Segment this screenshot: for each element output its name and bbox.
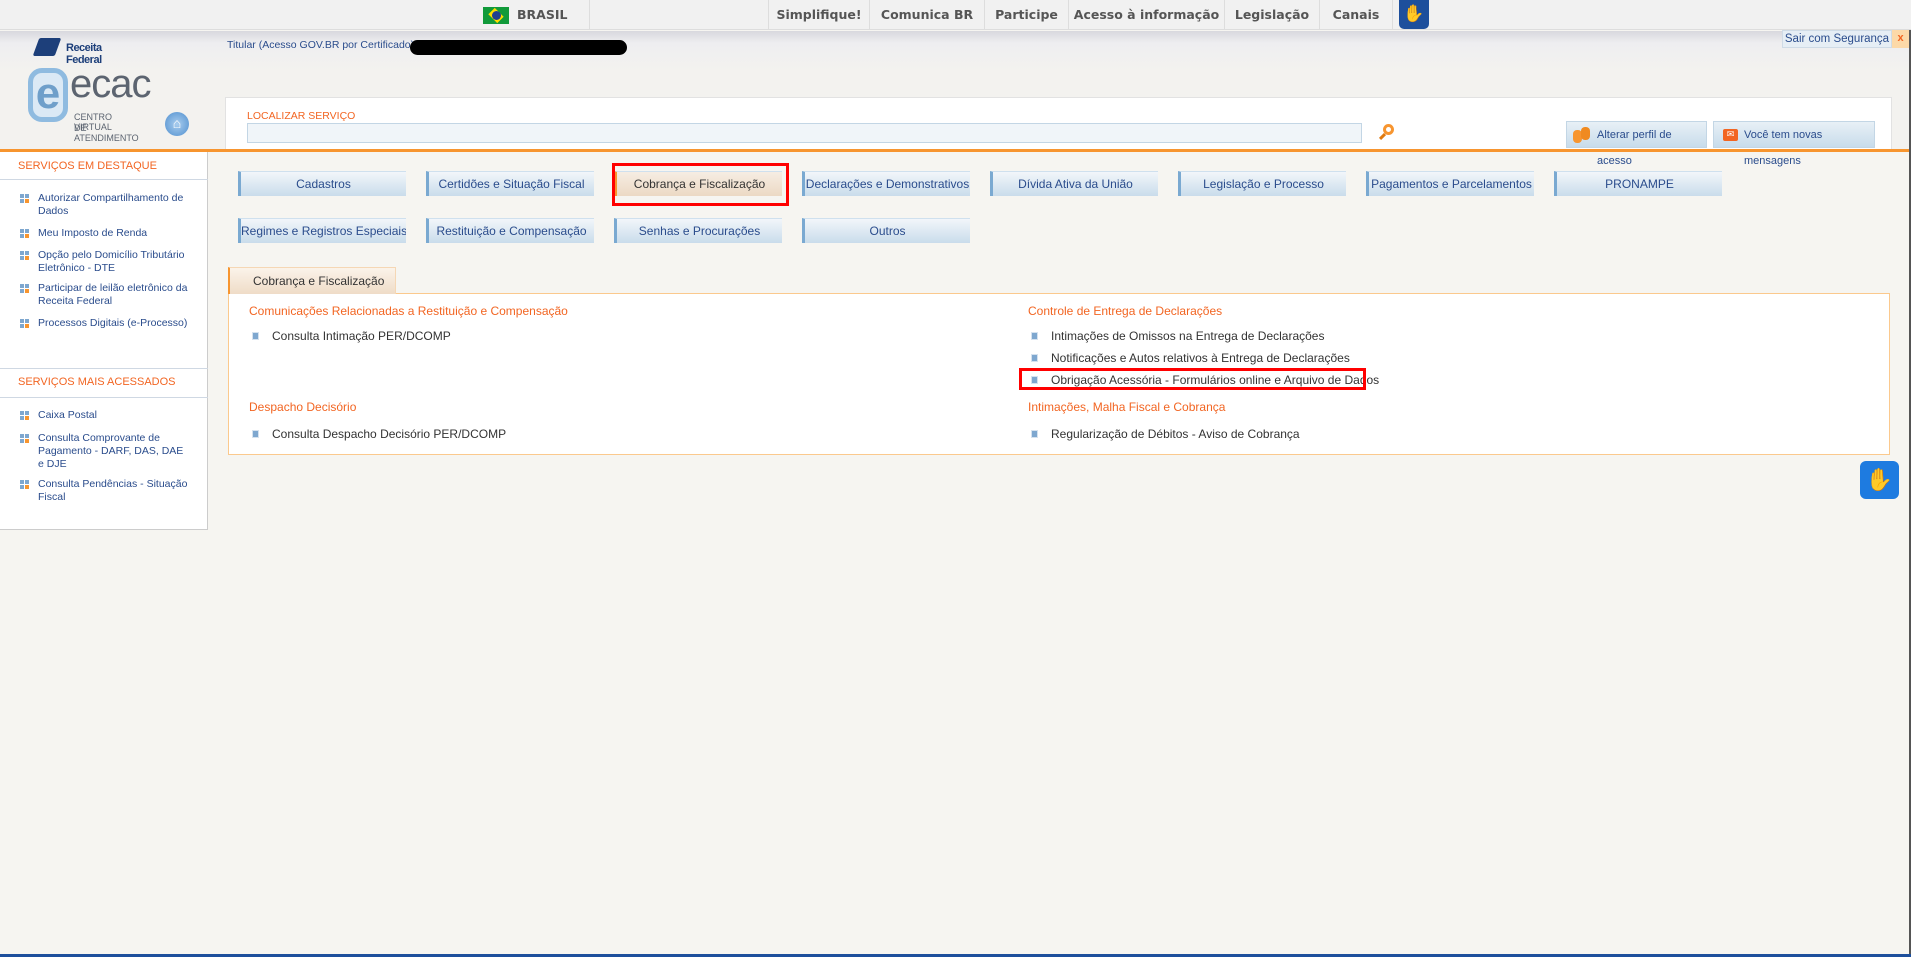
sidebar-most-item[interactable]: Caixa Postal: [20, 409, 188, 422]
header-divider: [0, 149, 1911, 152]
gov-link-comunica-br[interactable]: Comunica BR: [870, 0, 985, 30]
users-icon: [1573, 127, 1591, 143]
group-title: Despacho Decisório: [249, 400, 357, 414]
category-button[interactable]: Legislação e Processo: [1178, 171, 1346, 196]
divider: [0, 368, 208, 369]
redacted-name: [410, 40, 627, 55]
bullet-icon: [20, 251, 29, 260]
bullet-icon: [20, 480, 29, 489]
gov-link-participe[interactable]: Participe: [985, 0, 1069, 30]
sidebar-featured-item[interactable]: Participar de leilão eletrônico da Recei…: [20, 282, 188, 308]
category-button[interactable]: Cadastros: [238, 171, 406, 196]
category-button[interactable]: Senhas e Procurações: [614, 218, 782, 243]
service-link-consulta-intimacao[interactable]: Consulta Intimação PER/DCOMP: [252, 329, 451, 343]
category-button[interactable]: Pagamentos e Parcelamentos: [1366, 171, 1534, 196]
service-link-intimacoes-omissos[interactable]: Intimações de Omissos na Entrega de Decl…: [1030, 329, 1324, 343]
sidebar-most-item[interactable]: Consulta Comprovante de Pagamento - DARF…: [20, 432, 188, 471]
receita-federal-logo: Receita Federal: [32, 37, 136, 66]
group-title: Controle de Entrega de Declarações: [1028, 304, 1223, 318]
category-button[interactable]: Certidões e Situação Fiscal: [426, 171, 594, 196]
sidebar-featured-item[interactable]: Processos Digitais (e-Processo): [20, 317, 188, 330]
gov-link-acesso-informacao[interactable]: Acesso à informação: [1069, 0, 1225, 30]
category-button[interactable]: Restituição e Compensação: [426, 218, 594, 243]
most-accessed-title: SERVIÇOS MAIS ACESSADOS: [18, 376, 176, 388]
logout-button[interactable]: Sair com Segurança: [1782, 30, 1892, 48]
sidebar: SERVIÇOS EM DESTAQUE Autorizar Compartil…: [0, 152, 208, 530]
category-button[interactable]: PRONAMPE: [1554, 171, 1722, 196]
vlibras-hands-icon[interactable]: ✋: [1860, 461, 1899, 499]
home-icon[interactable]: ⌂: [165, 112, 189, 136]
bullet-icon: [20, 229, 29, 238]
category-button[interactable]: Regimes e Registros Especiais: [238, 218, 406, 243]
service-link-despacho-decisorio[interactable]: Consulta Despacho Decisório PER/DCOMP: [251, 427, 506, 441]
search-label: LOCALIZAR SERVIÇO: [247, 110, 356, 122]
sidebar-featured-item[interactable]: Opção pelo Domicílio Tributário Eletrôni…: [20, 249, 188, 275]
service-link-notificacoes-autos[interactable]: Notificações e Autos relativos à Entrega…: [1031, 351, 1350, 365]
brazil-flag-icon: [483, 7, 509, 24]
ecac-logo: e ecac CENTRO VIRTUAL DE ATENDIMENTO: [28, 62, 151, 148]
search-input[interactable]: [247, 123, 1362, 143]
highlight-box-category: [612, 163, 789, 206]
bullet-icon: [20, 411, 29, 420]
featured-services-title: SERVIÇOS EM DESTAQUE: [18, 160, 157, 172]
category-button[interactable]: Outros: [802, 218, 970, 243]
category-button[interactable]: Dívida Ativa da União: [990, 171, 1158, 196]
sidebar-featured-item[interactable]: Meu Imposto de Renda: [20, 227, 188, 240]
services-panel: Comunicações Relacionadas a Restituição …: [228, 293, 1890, 455]
envelope-icon: ✉: [1723, 129, 1738, 141]
gov-link-legislacao[interactable]: Legislação: [1225, 0, 1320, 30]
change-profile-button[interactable]: Alterar perfil de acesso: [1566, 121, 1707, 167]
tab-cobranca-fiscalizacao[interactable]: Cobrança e Fiscalização: [228, 267, 396, 294]
highlight-box-service: [1019, 368, 1366, 390]
search-icon[interactable]: [1378, 124, 1396, 142]
group-title: Intimações, Malha Fiscal e Cobrança: [1028, 400, 1226, 414]
bullet-icon: [20, 284, 29, 293]
divider: [0, 179, 208, 180]
search-panel: LOCALIZAR SERVIÇO Alterar perfil de aces…: [225, 97, 1892, 167]
bullet-icon: [20, 194, 29, 203]
service-link-regularizacao-debitos[interactable]: Regularização de Débitos - Aviso de Cobr…: [1031, 427, 1300, 441]
bullet-icon: [20, 319, 29, 328]
bullet-icon: [20, 434, 29, 443]
gov-link-simplifique[interactable]: Simplifique!: [768, 0, 870, 30]
messages-button[interactable]: ✉ Você tem novas mensagens: [1713, 121, 1875, 167]
category-button[interactable]: Declarações e Demonstrativos: [802, 171, 970, 196]
gov-brasil-link[interactable]: BRASIL: [470, 0, 590, 30]
divider: [0, 397, 208, 398]
vlibras-hands-icon[interactable]: ✋: [1399, 0, 1429, 29]
titular-label: Titular (Acesso GOV.BR por Certificado):: [227, 39, 418, 51]
gov-top-bar: BRASIL Simplifique! Comunica BR Particip…: [0, 0, 1911, 30]
sidebar-featured-item[interactable]: Autorizar Compartilhamento de Dados: [20, 192, 188, 218]
group-title: Comunicações Relacionadas a Restituição …: [249, 304, 568, 318]
sidebar-most-item[interactable]: Consulta Pendências - Situação Fiscal: [20, 478, 188, 504]
gov-link-canais[interactable]: Canais: [1320, 0, 1393, 30]
logout-close-icon[interactable]: x: [1892, 30, 1909, 48]
